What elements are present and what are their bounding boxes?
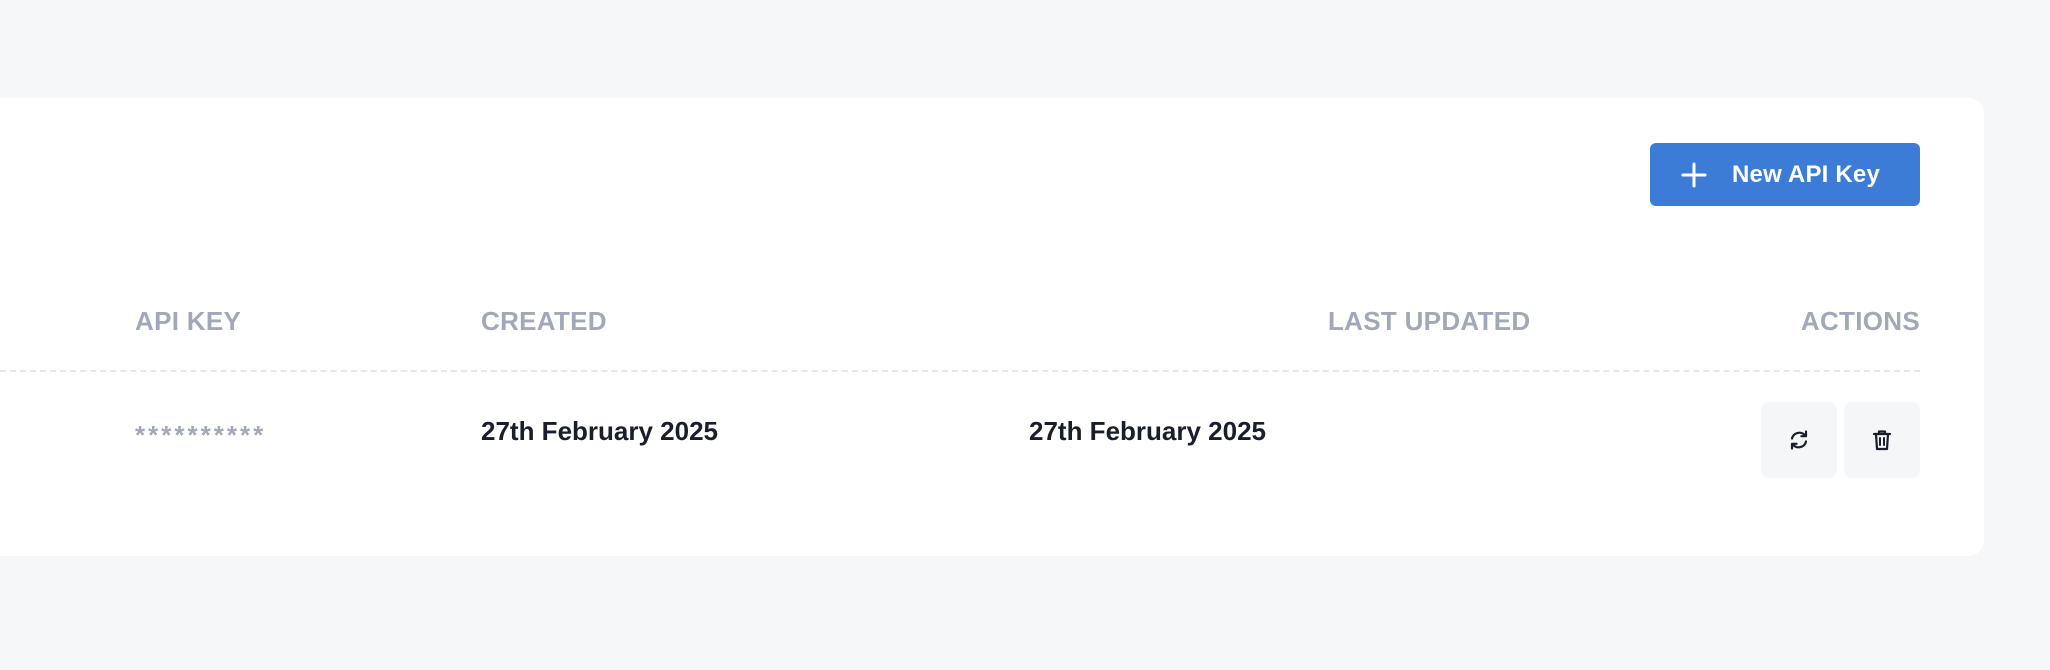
- created-date: 27th February 2025: [481, 416, 719, 446]
- refresh-icon: [1790, 430, 1808, 450]
- regenerate-key-button[interactable]: [1761, 402, 1837, 478]
- column-header-api-key: API KEY: [135, 306, 242, 336]
- trash-icon: [1872, 430, 1892, 451]
- table-header-divider: [0, 370, 1920, 372]
- delete-key-button[interactable]: [1844, 402, 1920, 478]
- last-updated-date: 27th February 2025: [1029, 416, 1267, 446]
- column-header-actions: ACTIONS: [1800, 306, 1920, 336]
- api-key-masked-value: **********: [135, 420, 267, 450]
- column-header-created: CREATED: [481, 306, 607, 336]
- new-api-key-label: New API Key: [1732, 160, 1881, 188]
- plus-icon: [1680, 161, 1708, 189]
- api-keys-card: New API Key API KEY CREATED LAST UPDATED…: [0, 98, 1984, 556]
- column-header-last-updated: LAST UPDATED: [1328, 306, 1531, 336]
- new-api-key-button[interactable]: New API Key: [1650, 143, 1920, 206]
